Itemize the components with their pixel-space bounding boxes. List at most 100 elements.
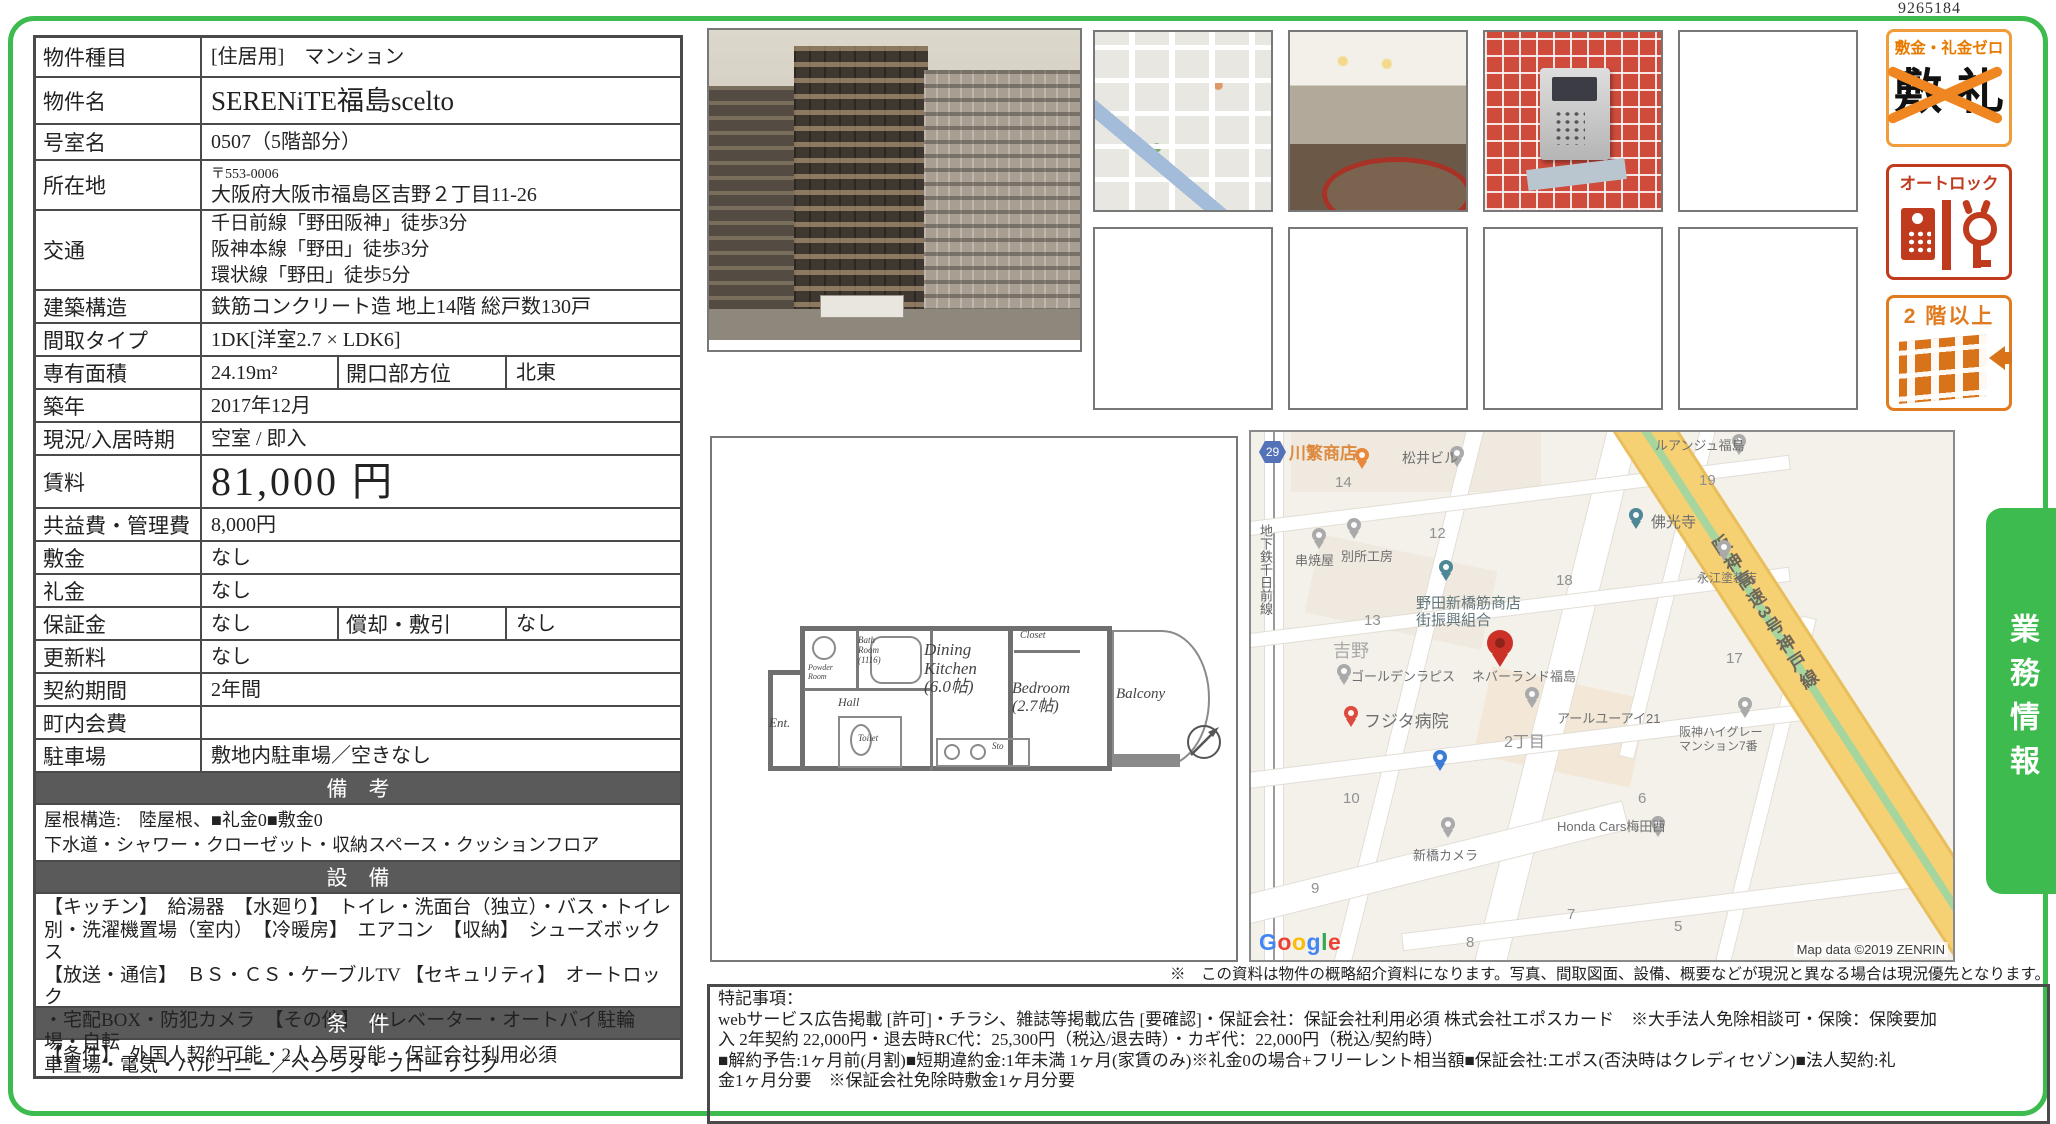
deposit-cross-icon: 敷礼 <box>1889 64 2009 122</box>
row-label: 物件名 <box>36 78 202 123</box>
map-pin-icon <box>1441 817 1455 831</box>
row-value: 24.19m² <box>202 357 337 388</box>
row-value: 1DK[洋室2.7 × LDK6] <box>202 324 680 355</box>
map-label: 14 <box>1335 474 1352 491</box>
badge-second-floor-up: 2 階以上 <box>1886 295 2012 411</box>
row-label: 間取タイプ <box>36 324 202 355</box>
row-value <box>202 707 680 738</box>
row-value: SERENiTE福島scelto <box>202 78 680 123</box>
row-guarantee: 保証金 なし 償却・敷引 なし <box>36 608 680 641</box>
section-header-notes: 備 考 <box>36 773 680 805</box>
row-property-name: 物件名 SERENiTE福島scelto <box>36 78 680 125</box>
map-label: 川繁商店 <box>1289 444 1357 464</box>
postal-code: 〒553-0006 <box>211 165 279 185</box>
subway-line <box>1265 432 1283 960</box>
sub-label: 開口部方位 <box>337 357 507 388</box>
floor-plan-label: Dining Kitchen (6.0帖) <box>924 641 1024 697</box>
map-pin-icon <box>1525 687 1539 701</box>
area-map-thumbnail <box>1095 32 1271 210</box>
map-copyright: Map data ©2019 ZENRIN <box>1794 942 1948 957</box>
map-pin-icon <box>1439 560 1453 574</box>
thumb-empty-4 <box>1483 227 1663 410</box>
row-value: [住居用] マンション <box>202 38 680 76</box>
row-value: なし <box>202 608 337 639</box>
compass-icon <box>1182 720 1226 764</box>
row-structure: 建築構造 鉄筋コンクリート造 地上14階 総戸数130戸 <box>36 291 680 324</box>
thumb-empty-2 <box>1093 227 1273 410</box>
row-area: 専有面積 24.19m² 開口部方位 北東 <box>36 357 680 390</box>
map-label: 2丁目 <box>1504 734 1545 752</box>
row-room-number: 号室名 0507（5階部分） <box>36 125 680 161</box>
thumb-empty-5 <box>1678 227 1858 410</box>
badge-title: 2 階以上 <box>1889 300 2009 330</box>
row-value: なし <box>202 641 680 672</box>
row-value: 敷地内駐車場／空きなし <box>202 740 680 771</box>
row-value: 空室 / 即入 <box>202 423 680 454</box>
map-label: 7 <box>1567 906 1575 923</box>
rent-amount: 81,000 円 <box>202 456 680 507</box>
row-value: 2年間 <box>202 674 680 705</box>
sub-value: なし <box>507 608 680 639</box>
row-built-year: 築年 2017年12月 <box>36 390 680 423</box>
map-label: ゴールデンラピス <box>1351 670 1455 685</box>
thumb-empty-1 <box>1678 30 1858 212</box>
map-pin-icon <box>1629 508 1643 522</box>
row-label: 契約期間 <box>36 674 202 705</box>
row-value: なし <box>202 575 680 606</box>
map-pin-icon <box>1312 528 1326 542</box>
map-label: 松井ビル <box>1402 450 1458 466</box>
row-value: なし <box>202 542 680 573</box>
row-status: 現況/入居時期 空室 / 即入 <box>36 423 680 456</box>
map-pin-icon <box>1433 750 1447 764</box>
row-label: 号室名 <box>36 125 202 159</box>
property-location-pin <box>1487 630 1513 656</box>
map-label: 野田新橋筋商店 街振興組合 <box>1416 595 1521 630</box>
map-label: 8 <box>1466 934 1474 951</box>
section-body-equipment: 【キッチン】 給湯器 【水廻り】 トイレ・洗面台（独立）・バス・トイレ 別・洗濯… <box>36 894 680 1008</box>
building-icon <box>1899 334 1987 404</box>
row-value: 8,000円 <box>202 509 680 540</box>
thumb-intercom <box>1483 30 1663 212</box>
map-pin-icon <box>1337 664 1351 678</box>
row-label: 建築構造 <box>36 291 202 322</box>
autolock-icon <box>1889 200 2009 272</box>
map-label: 佛光寺 <box>1651 514 1696 531</box>
map-label: 5 <box>1674 918 1682 935</box>
row-label: 賃料 <box>36 456 202 507</box>
map-label: 別所工房 <box>1341 550 1393 565</box>
row-label: 更新料 <box>36 641 202 672</box>
main-photo <box>707 28 1082 352</box>
map-label: 17 <box>1726 650 1743 667</box>
row-value: 鉄筋コンクリート造 地上14階 総戸数130戸 <box>202 291 680 322</box>
row-label: 駐車場 <box>36 740 202 771</box>
map-label: フジタ病院 <box>1364 712 1449 732</box>
row-label: 共益費・管理費 <box>36 509 202 540</box>
map-label: 串焼屋 <box>1295 554 1334 569</box>
row-parking: 駐車場 敷地内駐車場／空きなし <box>36 740 680 773</box>
row-label: 保証金 <box>36 608 202 639</box>
map-pin-icon <box>1355 448 1369 462</box>
google-logo: Google <box>1259 929 1341 956</box>
map-label: 6 <box>1638 790 1646 807</box>
sub-label: 償却・敷引 <box>337 608 507 639</box>
row-value: 〒553-0006 大阪府大阪市福島区吉野２丁目11-26 <box>202 161 680 209</box>
row-town-fee: 町内会費 <box>36 707 680 740</box>
row-renewal-fee: 更新料 なし <box>36 641 680 674</box>
entrance-photo <box>1290 32 1466 210</box>
section-header-equipment: 設 備 <box>36 862 680 894</box>
map-label: 18 <box>1556 572 1573 589</box>
badge-no-deposit: 敷金・礼金ゼロ 敷礼 <box>1886 29 2012 147</box>
floor-plan-label: Hall <box>838 696 859 709</box>
row-label: 物件種目 <box>36 38 202 76</box>
map-label: 13 <box>1364 612 1381 629</box>
floor-plan-label: Sto <box>992 742 1004 752</box>
badge-title: 敷金・礼金ゼロ <box>1889 36 2009 58</box>
floor-plan: Ent. Hall Powder Room Bath Room (1116) T… <box>710 436 1238 962</box>
row-address: 所在地 〒553-0006 大阪府大阪市福島区吉野２丁目11-26 <box>36 161 680 211</box>
floor-plan-label: Toilet <box>858 734 878 744</box>
intercom-photo <box>1485 32 1661 210</box>
side-tab-label: 業務情報 <box>1999 613 2043 789</box>
floor-plan-label: Bedroom (2.7帖) <box>1012 680 1108 715</box>
location-map: 阪神高速3号神戸線 29 <box>1249 430 1955 962</box>
side-tab-business-info: 業務情報 <box>1986 508 2056 894</box>
